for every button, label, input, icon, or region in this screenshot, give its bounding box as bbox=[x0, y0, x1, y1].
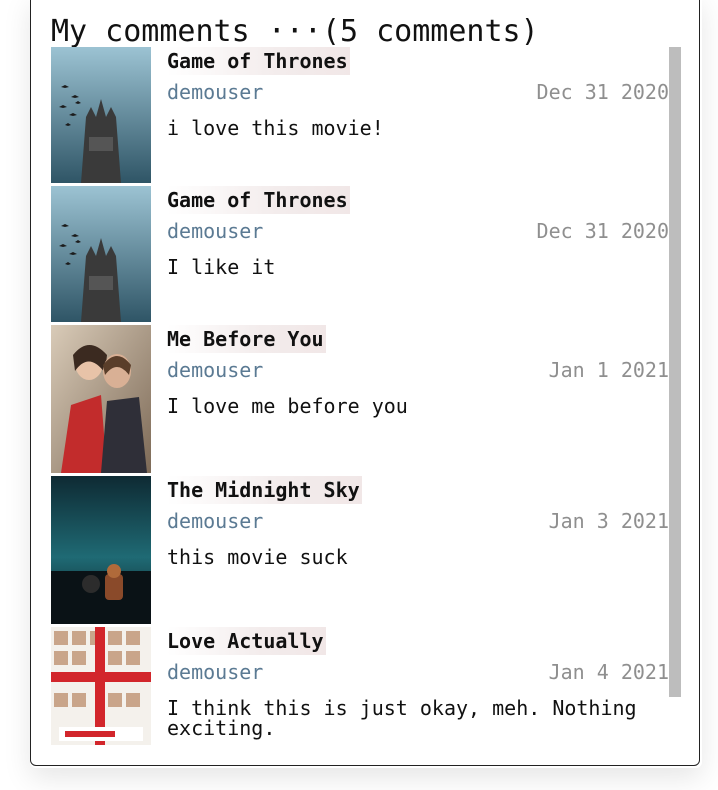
movie-poster-got[interactable] bbox=[51, 47, 151, 183]
comment-date: Dec 31 2020 bbox=[536, 80, 669, 104]
movie-poster-love-actually[interactable] bbox=[51, 627, 151, 745]
movie-title[interactable]: The Midnight Sky bbox=[167, 476, 362, 504]
scrollbar[interactable] bbox=[669, 47, 681, 697]
comment-item: Game of Thrones demouser Dec 31 2020 I l… bbox=[51, 186, 669, 325]
page-title: My comments ···(5 comments) bbox=[51, 15, 539, 49]
movie-poster-got[interactable] bbox=[51, 186, 151, 322]
comment-item: The Midnight Sky demouser Jan 3 2021 thi… bbox=[51, 476, 669, 627]
comment-text: I love me before you bbox=[167, 394, 408, 418]
comment-text: I like it bbox=[167, 255, 276, 279]
comment-date: Jan 4 2021 bbox=[548, 660, 669, 684]
movie-title[interactable]: Me Before You bbox=[167, 325, 326, 353]
comment-item: Me Before You demouser Jan 1 2021 I love… bbox=[51, 325, 669, 476]
movie-poster-me-before-you[interactable] bbox=[51, 325, 151, 473]
comment-date: Jan 1 2021 bbox=[548, 358, 669, 382]
movie-title[interactable]: Game of Thrones bbox=[167, 47, 350, 75]
comment-username[interactable]: demouser bbox=[167, 78, 263, 106]
comment-text: this movie suck bbox=[167, 545, 348, 569]
comment-text: i love this movie! bbox=[167, 116, 384, 140]
comment-username[interactable]: demouser bbox=[167, 658, 263, 686]
comment-count: (5 comments) bbox=[321, 14, 539, 49]
comment-username[interactable]: demouser bbox=[167, 356, 263, 384]
comments-list[interactable]: Game of Thrones demouser Dec 31 2020 i l… bbox=[51, 47, 669, 747]
more-options-icon[interactable]: ··· bbox=[268, 14, 322, 49]
comment-username[interactable]: demouser bbox=[167, 217, 263, 245]
comment-text: I think this is just okay, meh. Nothing … bbox=[167, 696, 637, 740]
comment-username[interactable]: demouser bbox=[167, 507, 263, 535]
comments-panel: My comments ···(5 comments) Game of Thro… bbox=[30, 0, 700, 766]
comment-date: Dec 31 2020 bbox=[536, 219, 669, 243]
comment-item: Love Actually demouser Jan 4 2021 I thin… bbox=[51, 627, 669, 747]
movie-title[interactable]: Love Actually bbox=[167, 627, 326, 655]
comment-date: Jan 3 2021 bbox=[548, 509, 669, 533]
movie-title[interactable]: Game of Thrones bbox=[167, 186, 350, 214]
comment-item: Game of Thrones demouser Dec 31 2020 i l… bbox=[51, 47, 669, 186]
movie-poster-midnight-sky[interactable] bbox=[51, 476, 151, 624]
page-title-label: My comments bbox=[51, 14, 250, 49]
